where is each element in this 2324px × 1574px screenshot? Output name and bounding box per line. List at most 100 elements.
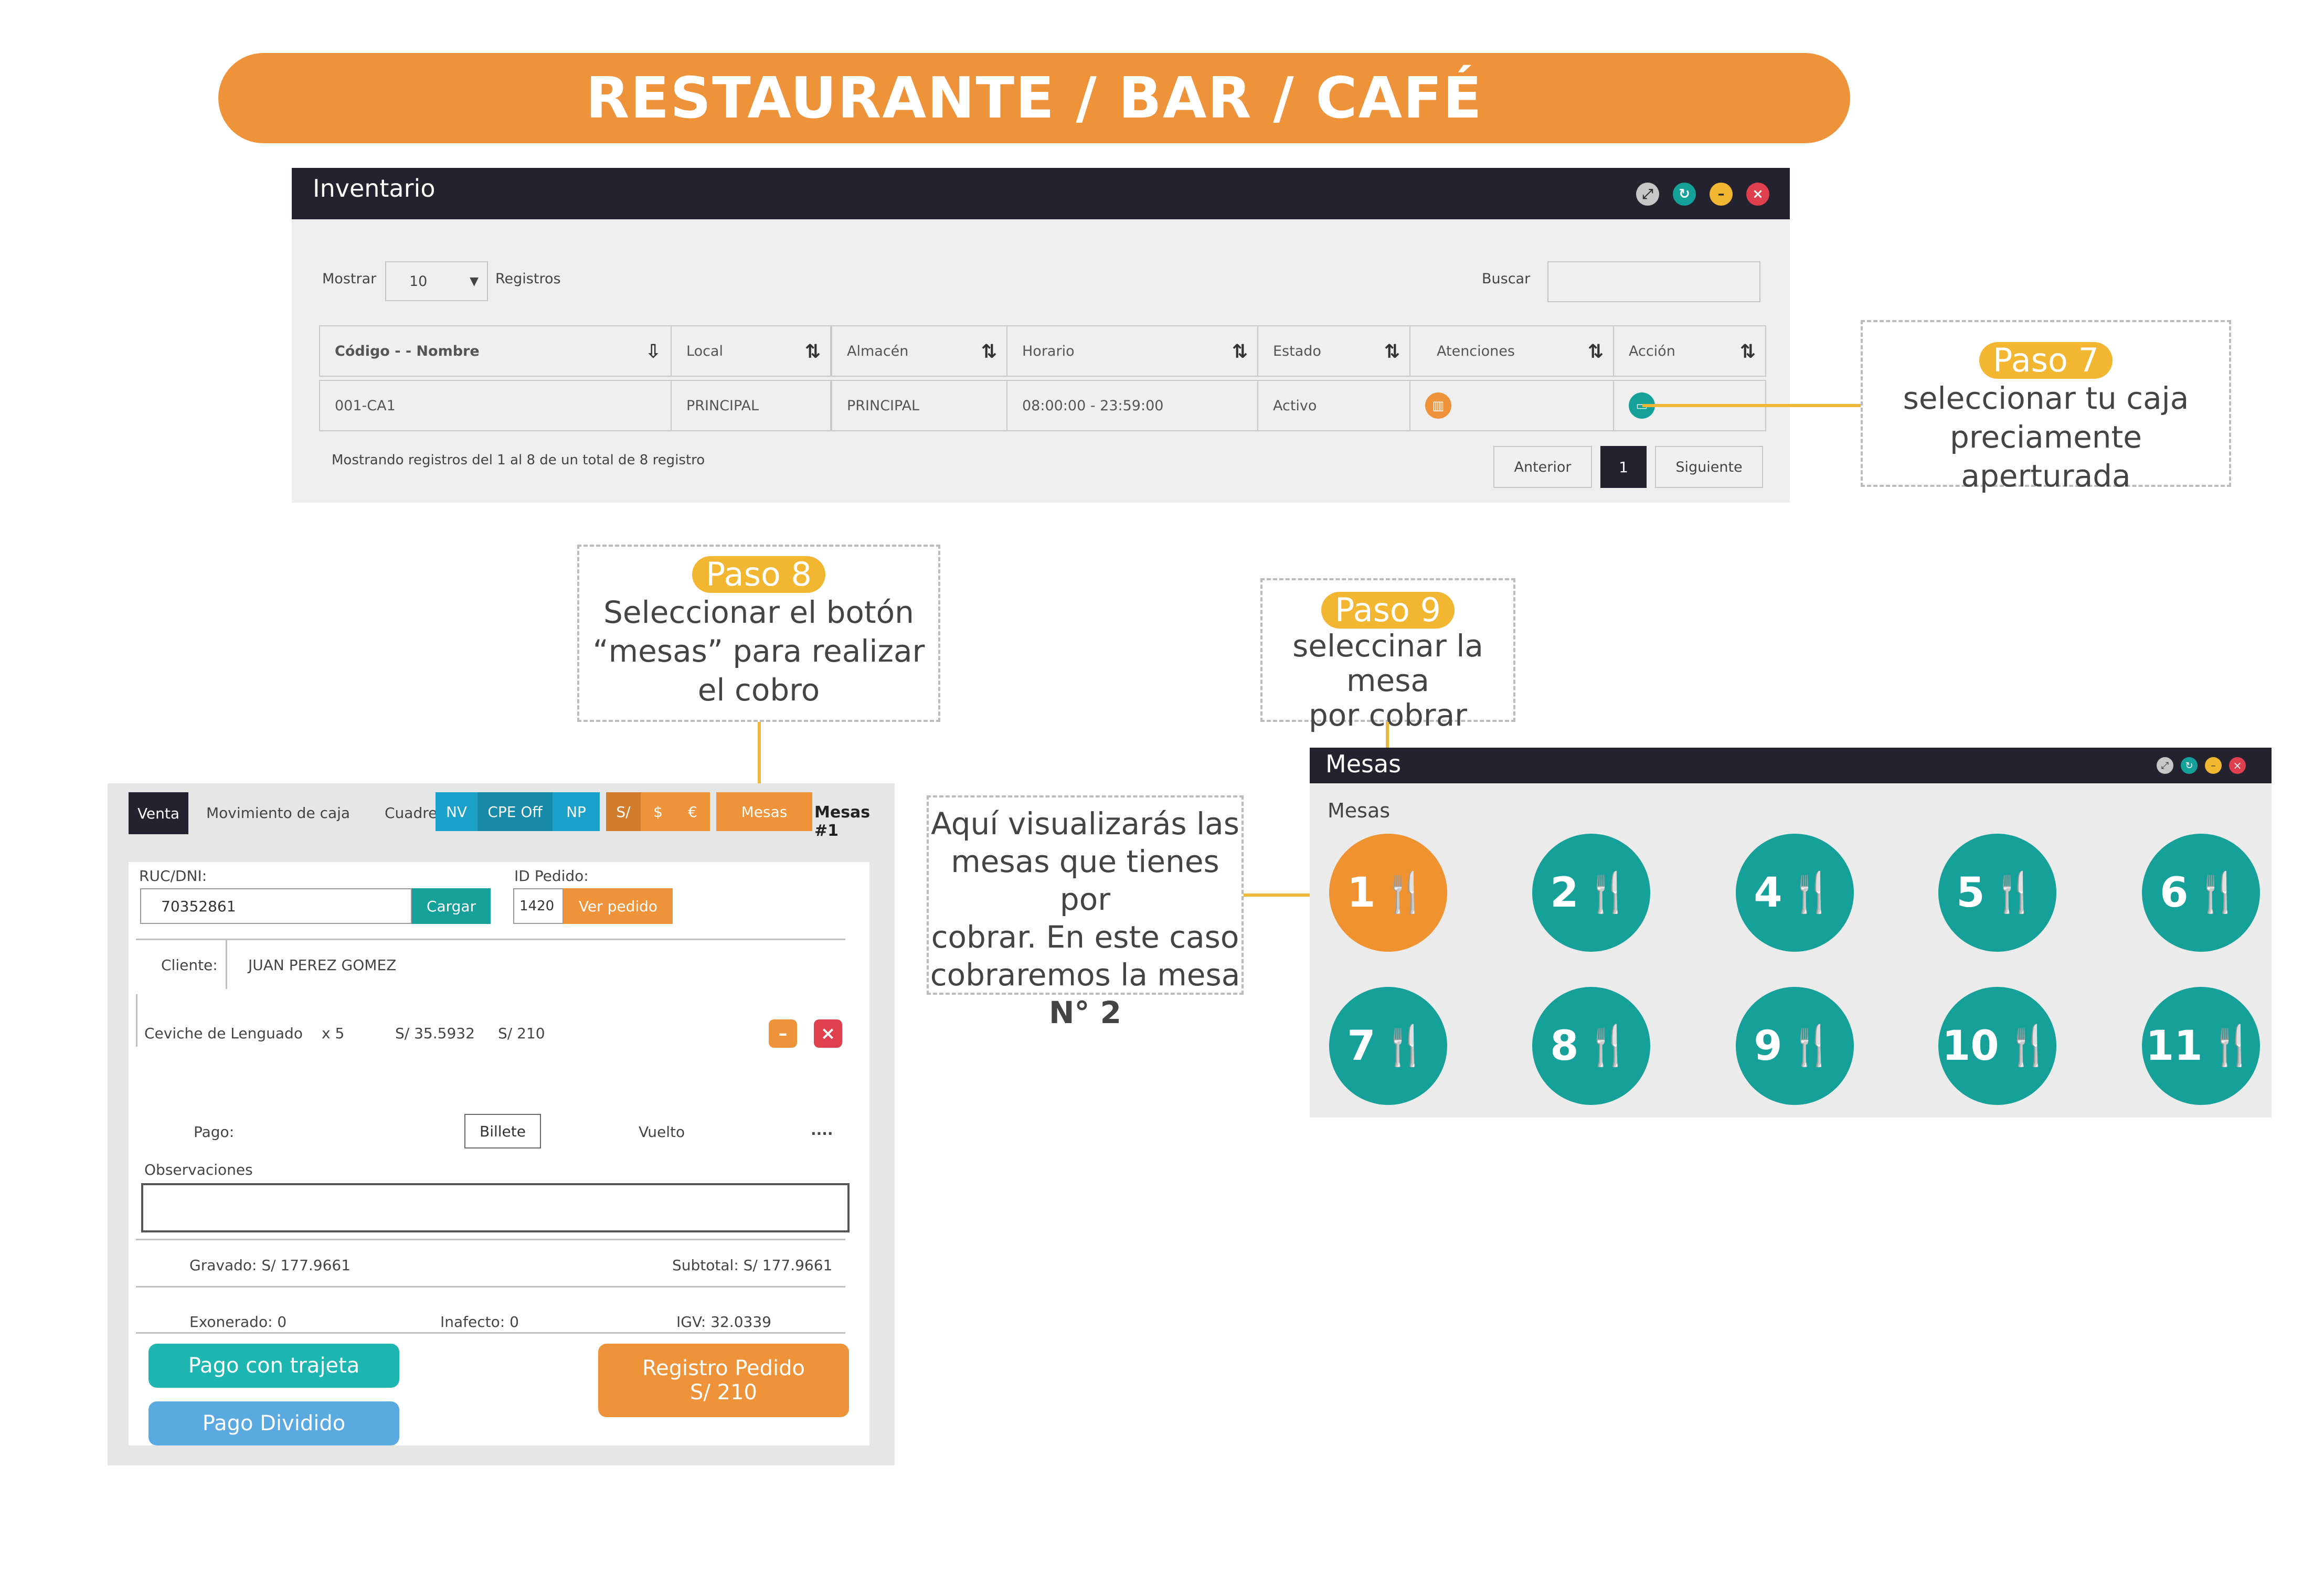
col-header-local[interactable]: Local ⇅ (671, 325, 831, 377)
mesa-6-button[interactable]: 6 🍴 (2142, 834, 2260, 952)
item-unit-price: S/ 35.5932 (395, 1025, 475, 1042)
step8-line2: “mesas” para realizar (592, 633, 925, 669)
cell-almacen: PRINCIPAL (831, 380, 1007, 431)
info-line4: cobraremos la mesa (930, 957, 1240, 993)
expand-icon[interactable]: ⤢ (1636, 183, 1659, 206)
prev-page-button[interactable]: Anterior (1493, 446, 1592, 488)
step8-callout: Paso 8 Seleccionar el botón “mesas” para… (577, 545, 940, 722)
mesa-10-button[interactable]: 10 🍴 (1938, 987, 2056, 1105)
banner-title: RESTAURANTE / BAR / CAFÉ (586, 65, 1483, 131)
pago-label: Pago: (194, 1123, 235, 1141)
title-banner: RESTAURANTE / BAR / CAFÉ (218, 53, 1850, 143)
cliente-label: Cliente: (161, 956, 218, 974)
info-line2: mesas que tienes por (951, 844, 1219, 917)
chart-icon[interactable]: ▥ (1425, 392, 1451, 419)
step7-line1: seleccionar tu caja (1903, 380, 2189, 416)
remove-item-icon[interactable]: × (814, 1019, 842, 1048)
chevron-down-icon: ▼ (470, 274, 479, 288)
cpe-off-button[interactable]: CPE Off (477, 792, 553, 831)
gravado-value: Gravado: S/ 177.9661 (189, 1257, 351, 1274)
ruc-input[interactable]: 70352861 (140, 888, 412, 924)
next-page-button[interactable]: Siguiente (1655, 446, 1763, 488)
mesas-button[interactable]: Mesas (716, 792, 812, 831)
pedido-input[interactable]: 1420 (513, 888, 564, 924)
info-line1: Aquí visualizarás las (931, 806, 1239, 842)
cuadre-label: Cuadre (385, 804, 438, 822)
col-header-accion[interactable]: Acción ⇅ (1613, 325, 1766, 377)
exonerado-value: Exonerado: 0 (189, 1313, 287, 1331)
observaciones-input[interactable] (141, 1183, 850, 1232)
sort-icon: ⇅ (1232, 341, 1248, 363)
sale-form: RUC/DNI: 70352861 Cargar ID Pedido: 1420… (129, 862, 869, 1445)
refresh-icon[interactable]: ↻ (1673, 183, 1696, 206)
inventory-title: Inventario (313, 174, 436, 203)
search-input[interactable] (1547, 261, 1760, 302)
divider (226, 939, 227, 989)
cell-estado: Activo (1257, 380, 1410, 431)
vuelto-label: Vuelto (639, 1123, 685, 1141)
show-label: Mostrar (322, 271, 377, 287)
mesa-9-button[interactable]: 9 🍴 (1736, 987, 1854, 1105)
registro-pedido-button[interactable]: Registro Pedido S/ 210 (598, 1344, 849, 1417)
vuelto-value: .... (811, 1121, 833, 1139)
mesa-4-button[interactable]: 4 🍴 (1736, 834, 1854, 952)
expand-icon[interactable]: ⤢ (2157, 757, 2173, 774)
step8-badge: Paso 8 (692, 556, 825, 593)
inventory-window: Inventario ⤢ ↻ – × Mostrar 10 ▼ Registro… (292, 168, 1790, 503)
page-1-button[interactable]: 1 (1600, 446, 1647, 488)
sort-icon: ⇅ (1739, 341, 1756, 363)
sort-icon: ⇅ (1384, 341, 1400, 363)
step7-badge: Paso 7 (1979, 342, 2113, 379)
close-icon[interactable]: × (2229, 757, 2246, 774)
show-value: 10 (409, 273, 428, 290)
cutlery-icon: 🍴 (2004, 1023, 2053, 1068)
close-icon[interactable]: × (1746, 183, 1769, 206)
item-qty: x 5 (322, 1025, 345, 1042)
records-label: Registros (495, 271, 561, 287)
decrease-icon[interactable]: – (769, 1019, 797, 1048)
step7-line2: preciamente aperturada (1950, 419, 2142, 494)
currency-sol-button[interactable]: S/ (606, 792, 641, 831)
cell-horario: 08:00:00 - 23:59:00 (1006, 380, 1258, 431)
cargar-button[interactable]: Cargar (412, 888, 491, 924)
sale-panel: Venta Movimiento de caja Cuadre NV CPE O… (108, 783, 895, 1465)
cutlery-icon: 🍴 (1990, 870, 2039, 915)
pago-tarjeta-button[interactable]: Pago con trajeta (148, 1344, 399, 1388)
pago-dividido-button[interactable]: Pago Dividido (148, 1401, 399, 1445)
cutlery-icon: 🍴 (2193, 870, 2242, 915)
inventory-titlebar: Inventario ⤢ ↻ – × (292, 168, 1790, 219)
divider (136, 994, 137, 1047)
nv-button[interactable]: NV (436, 792, 477, 831)
cutlery-icon: 🍴 (1381, 1023, 1429, 1068)
np-button[interactable]: NP (553, 792, 600, 831)
info-callout: Aquí visualizarás las mesas que tienes p… (927, 795, 1244, 1030)
mesa-1-button[interactable]: 1 🍴 (1329, 834, 1447, 952)
mesa-5-button[interactable]: 5 🍴 (1938, 834, 2056, 952)
minimize-icon[interactable]: – (2205, 757, 2222, 774)
col-header-horario[interactable]: Horario ⇅ (1006, 325, 1258, 377)
col-header-almacen[interactable]: Almacén ⇅ (831, 325, 1007, 377)
refresh-icon[interactable]: ↻ (2181, 757, 2198, 774)
currency-eur-button[interactable]: € (675, 792, 710, 831)
show-select[interactable]: 10 ▼ (385, 261, 488, 301)
cell-codigo: 001-CA1 (319, 380, 672, 431)
tab-venta[interactable]: Venta (129, 792, 188, 834)
currency-usd-button[interactable]: $ (641, 792, 675, 831)
tab-movimiento[interactable]: Movimiento de caja (206, 804, 350, 822)
step7-callout: Paso 7 seleccionar tu caja preciamente a… (1861, 320, 2231, 494)
mesas-title: Mesas (1325, 750, 1402, 778)
mesa-11-button[interactable]: 11 🍴 (2142, 987, 2260, 1105)
mesa-7-button[interactable]: 7 🍴 (1329, 987, 1447, 1105)
mesa-2-button[interactable]: 2 🍴 (1532, 834, 1650, 952)
col-header-atenciones[interactable]: Atenciones ⇅ (1409, 325, 1614, 377)
info-line5: N° 2 (1048, 995, 1122, 1030)
mesa-8-button[interactable]: 8 🍴 (1532, 987, 1650, 1105)
pago-select[interactable]: Billete (464, 1114, 541, 1148)
subtotal-value: Subtotal: S/ 177.9661 (672, 1257, 833, 1274)
col-header-estado[interactable]: Estado ⇅ (1257, 325, 1410, 377)
col-header-codigo[interactable]: Código - - Nombre ⇩ (319, 325, 672, 377)
minimize-icon[interactable]: – (1710, 183, 1733, 206)
ver-pedido-button[interactable]: Ver pedido (564, 888, 673, 924)
cutlery-icon: 🍴 (1381, 870, 1429, 915)
connector-line (1642, 404, 1861, 407)
